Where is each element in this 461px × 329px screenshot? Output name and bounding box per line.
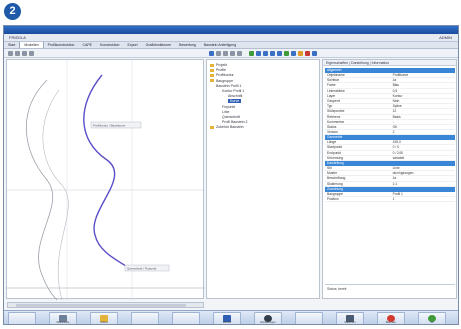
reference-curve-2 <box>42 89 69 301</box>
menu-item-grafikfunktionen[interactable]: Grafikfunktionen <box>142 42 176 48</box>
menu-item-konstruktion[interactable]: Konstruktion <box>96 42 123 48</box>
folder-icon <box>210 68 214 72</box>
task-button-blank[interactable] <box>172 312 200 324</box>
profile-curve <box>83 74 130 269</box>
zoom-out-icon[interactable] <box>15 51 20 56</box>
menu-item-profilkonstruktion[interactable]: Profilkonstruktion <box>44 42 79 48</box>
folder-icon <box>210 63 214 67</box>
tree-item[interactable]: Zubehör Baustein <box>210 125 248 130</box>
app-name: FRIEDLA <box>9 35 26 40</box>
menu-bar: Start Modellen Profilkonstruktion CAPE K… <box>4 42 458 49</box>
task-button-ok[interactable]: OK <box>418 312 446 324</box>
menu-item-cape[interactable]: CAPE <box>78 42 96 48</box>
task-button-save[interactable]: Speichern <box>336 312 364 324</box>
warning-icon[interactable] <box>298 51 303 56</box>
toolbar <box>4 49 458 58</box>
label-bottom: Querschnitt / Fixpunkt <box>127 267 156 271</box>
application-window: FRIEDLA ADMIN Start Modellen Profilkonst… <box>3 25 459 325</box>
folder-icon <box>210 126 214 130</box>
task-button-blank[interactable] <box>8 312 36 324</box>
step-badge: 2 <box>4 3 21 20</box>
arrow-right-icon[interactable] <box>256 51 261 56</box>
task-button-cancel[interactable]: Beenden <box>377 312 405 324</box>
task-button-blank[interactable] <box>131 312 159 324</box>
task-button-settings[interactable]: Einstellungen <box>254 312 282 324</box>
menu-item-start[interactable]: Start <box>4 42 19 48</box>
help-icon[interactable] <box>312 51 317 56</box>
status-footer: Status: bereit <box>325 284 455 296</box>
title-bar <box>4 26 458 34</box>
play-icon[interactable] <box>249 51 254 56</box>
arrow-down-icon[interactable] <box>277 51 282 56</box>
zoom-in-icon[interactable] <box>8 51 13 56</box>
profile-drawing: Profilkontur / Basiskurve Querschnitt / … <box>7 60 205 301</box>
grid-icon[interactable] <box>29 51 34 56</box>
properties-table: Allgemein Objektname Profilkurve Sichtbar… <box>325 68 455 203</box>
drawing-canvas[interactable]: Profilkontur / Basiskurve Querschnitt / … <box>6 59 205 301</box>
task-button-documents[interactable]: Dokumente <box>49 312 77 324</box>
menu-item-baustein[interactable]: Baustein Anfertigung <box>200 42 240 48</box>
task-button-blank[interactable] <box>295 312 323 324</box>
fit-view-icon[interactable] <box>22 51 27 56</box>
properties-panel: Eigenschaften | Darstellung | Informatio… <box>322 59 457 299</box>
project-tree-panel: Projekt Profile Profilkontur Baugruppe B… <box>206 59 320 299</box>
bottom-taskbar: Dokumente Ordner Monitor Einstellungen S… <box>4 310 458 324</box>
delete-icon[interactable] <box>305 51 310 56</box>
arrow-up-icon[interactable] <box>270 51 275 56</box>
user-label[interactable]: ADMIN <box>439 34 452 42</box>
horizontal-scrollbar[interactable] <box>7 302 204 308</box>
properties-tabs[interactable]: Eigenschaften | Darstellung | Informatio… <box>323 60 456 66</box>
arrow-left-icon[interactable] <box>263 51 268 56</box>
property-row[interactable]: Position 1 <box>325 197 455 203</box>
project-tree: Projekt Profile Profilkontur Baugruppe B… <box>210 63 248 131</box>
folder-icon <box>210 79 214 83</box>
menu-item-export[interactable]: Export <box>123 42 141 48</box>
undo-icon[interactable] <box>237 51 242 56</box>
task-button-folder[interactable]: Ordner <box>90 312 118 324</box>
scrollbar-thumb[interactable] <box>16 304 186 307</box>
menu-item-bewertung[interactable]: Bewertung <box>175 42 200 48</box>
copy-icon[interactable] <box>223 51 228 56</box>
folder-icon <box>210 73 214 77</box>
menu-item-modellen[interactable]: Modellen <box>19 42 44 48</box>
task-button-monitor[interactable]: Monitor <box>213 312 241 324</box>
paste-icon[interactable] <box>230 51 235 56</box>
check-icon[interactable] <box>284 51 289 56</box>
link-icon[interactable] <box>291 51 296 56</box>
open-icon[interactable] <box>216 51 221 56</box>
label-top: Profilkontur / Basiskurve <box>93 124 126 128</box>
header-bar: FRIEDLA ADMIN <box>4 34 458 42</box>
new-icon[interactable] <box>209 51 214 56</box>
